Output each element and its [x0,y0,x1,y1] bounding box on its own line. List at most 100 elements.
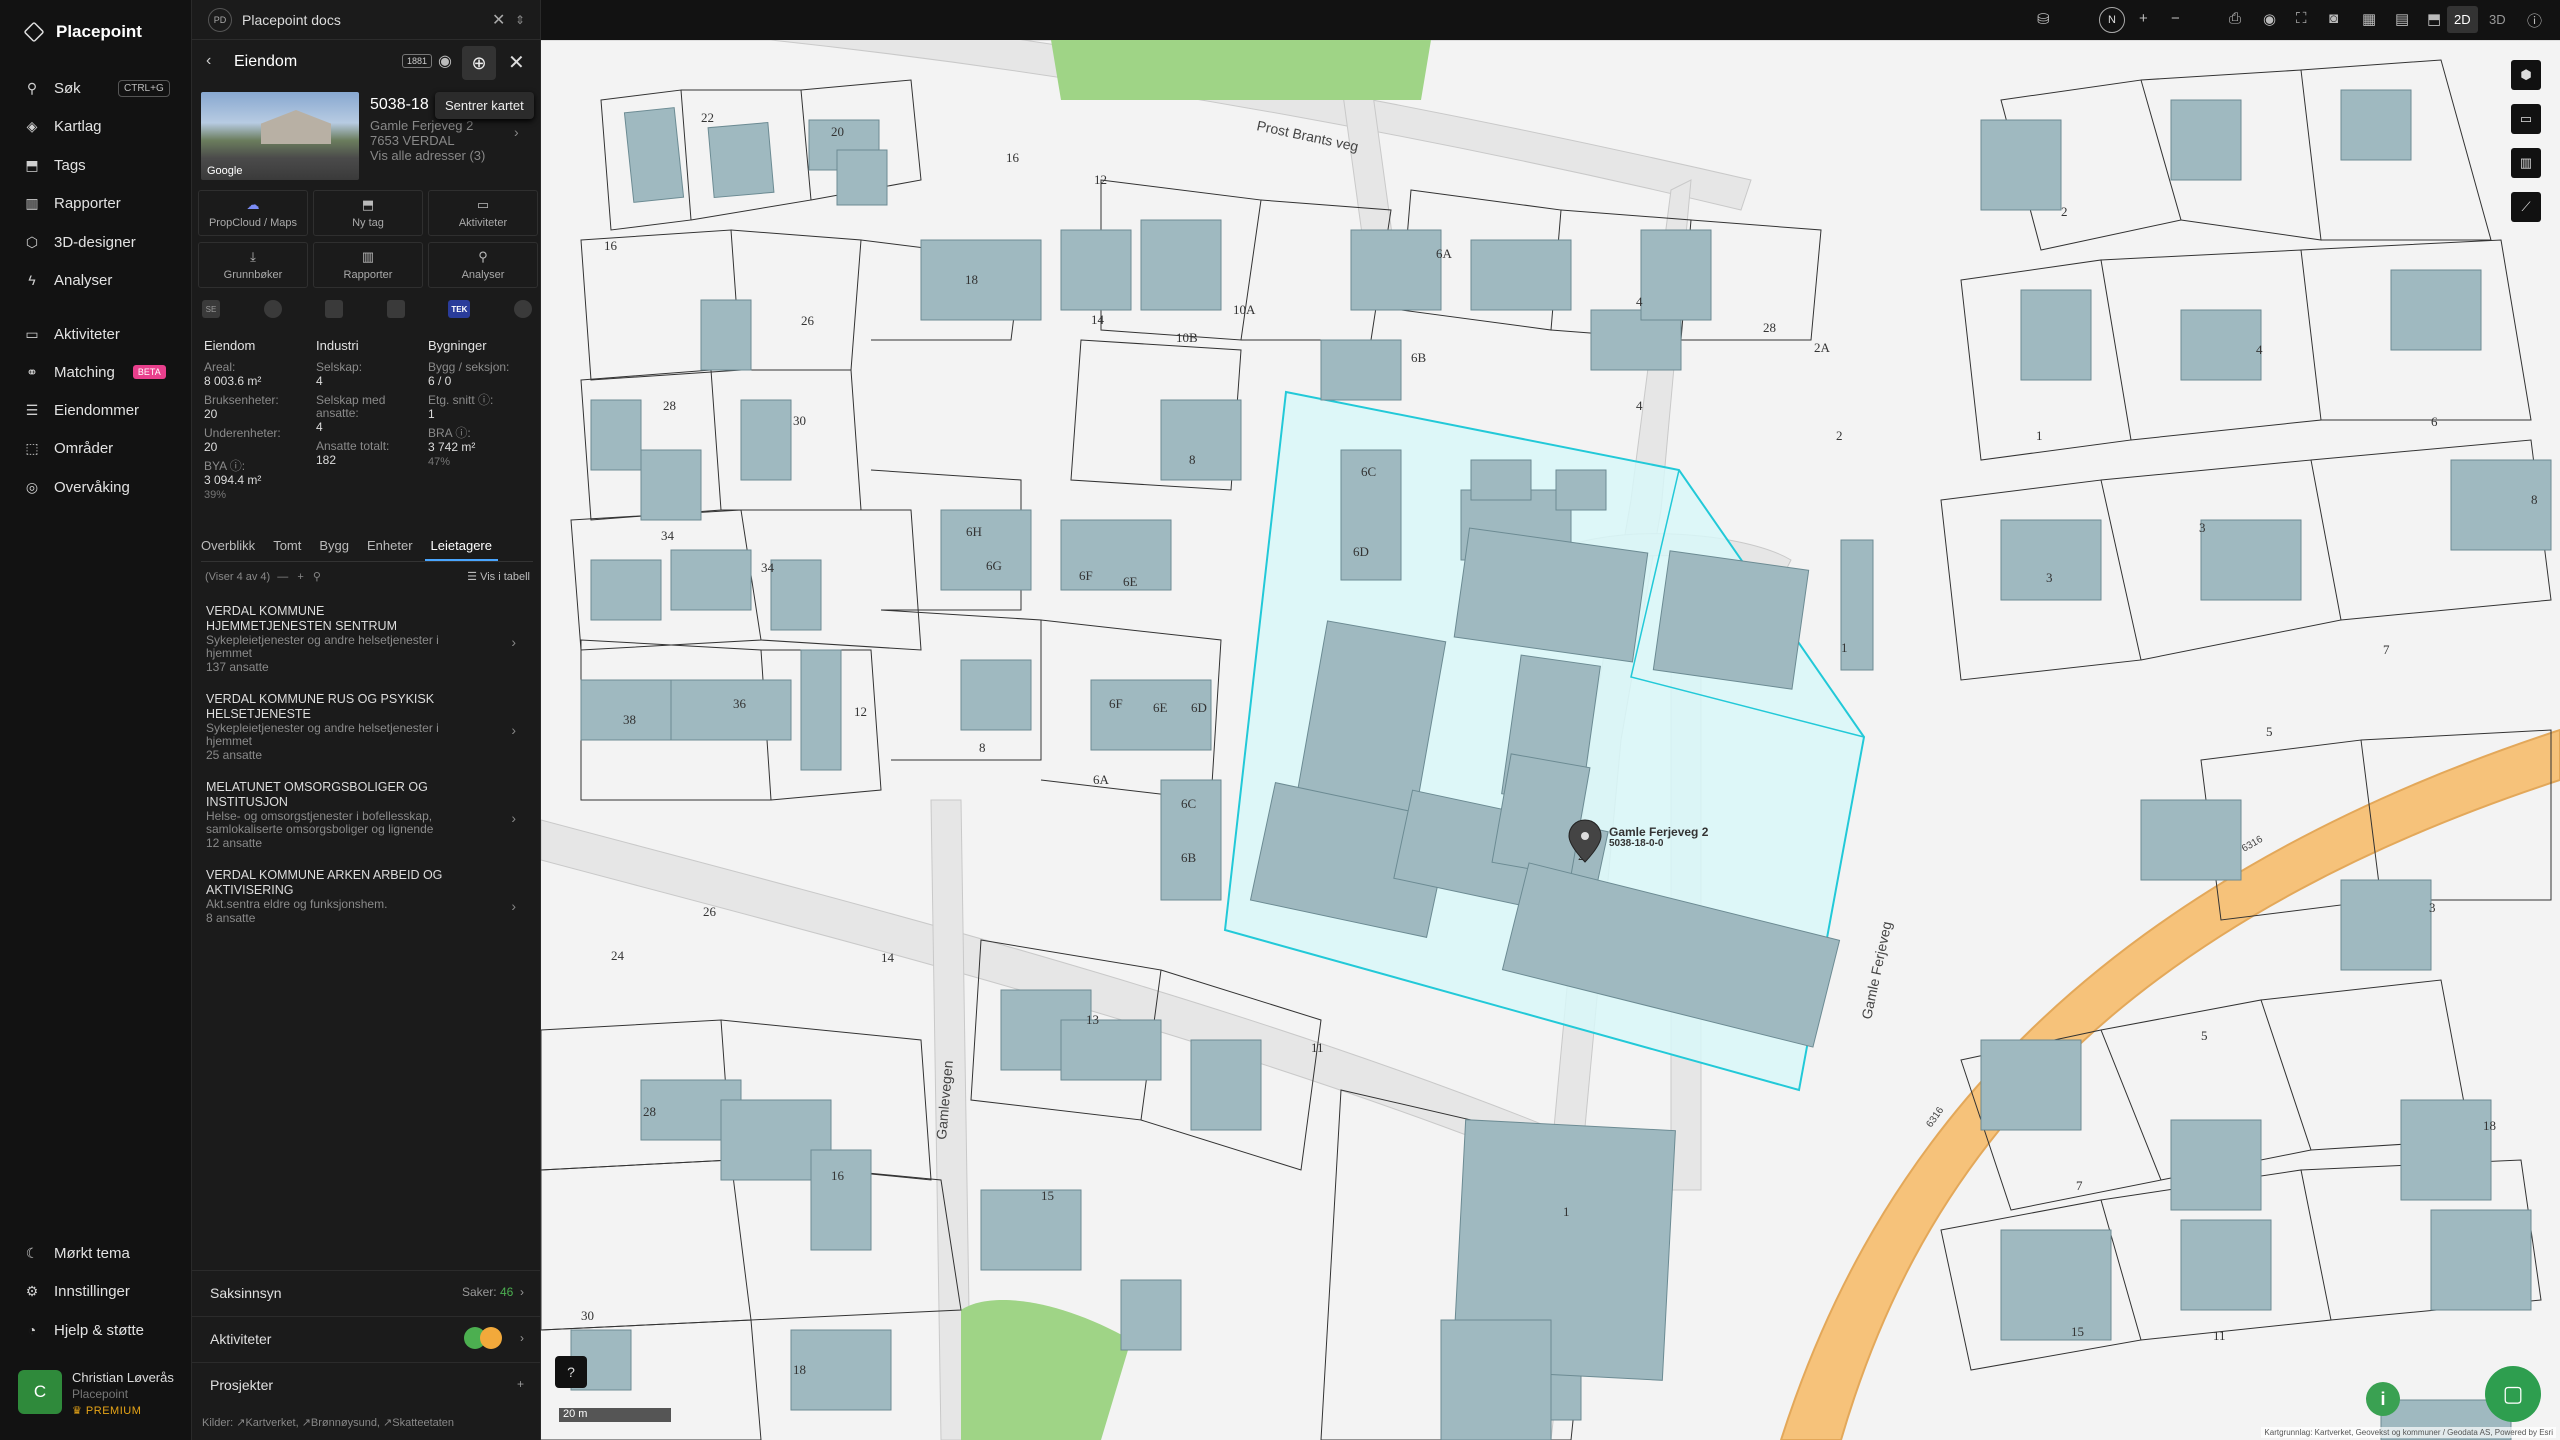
building-number: 8 [2531,492,2538,507]
analyses-button[interactable]: ⚲ Analyser [428,242,538,288]
section-aktiviteter[interactable]: Aktiviteter › [192,1316,542,1360]
street-view-photo[interactable]: Google [201,92,359,180]
zoom-in-icon[interactable]: + [2139,10,2148,27]
section-prosjekter[interactable]: Prosjekter + [192,1362,542,1406]
map-help-button[interactable]: ? [555,1356,587,1388]
activities-button[interactable]: ▭ Aktiviteter [428,190,538,236]
map-tool-chart[interactable]: ▥ [2511,148,2541,178]
nav-item-analyser[interactable]: ϟ Analyser [24,266,184,294]
nav-item-aktiviteter[interactable]: ▭ Aktiviteter [24,320,184,348]
add-project-icon[interactable]: + [517,1377,524,1391]
close-panel-icon[interactable]: ✕ [508,50,525,75]
user-profile[interactable]: C Christian Løverås Placepoint ♛ PREMIUM [18,1370,174,1417]
tab-tomt[interactable]: Tomt [273,534,301,561]
building-number: 6C [1181,796,1196,811]
badge-1881[interactable]: 1881 [402,54,433,68]
map-tool-draw[interactable]: ⬢ [2511,60,2541,90]
chevron-updown-icon[interactable]: ⇕ [515,13,525,27]
building-number: 6B [1181,850,1197,865]
photo-house [261,110,331,144]
nav-item-kartlag[interactable]: ◈ Kartlag [24,112,184,140]
nav-item-matching[interactable]: ⚭ Matching BETA [24,358,184,386]
close-icon[interactable]: ✕ [492,10,505,30]
tenant-name: MELATUNET OMSORGSBOLIGER OG INSTITUSJON [206,780,428,809]
chevron-right-icon: › [511,810,516,826]
action-label: Ny tag [352,217,384,229]
help-icon: ◔ [27,1322,37,1338]
logo-extra[interactable] [513,300,532,318]
cube-icon: ⬡ [25,233,39,250]
building-number: 15 [1041,1188,1054,1203]
action-label: Analyser [461,269,505,281]
nav-label: Innstillinger [54,1282,130,1300]
logo-tree[interactable] [325,300,344,318]
app-logo[interactable]: Placepoint [23,21,142,43]
building-number: 16 [1006,150,1020,165]
workspace-bar[interactable]: PD Placepoint docs ✕ ⇕ [192,0,542,40]
nav-item-dark-theme[interactable]: ☾ Mørkt tema [24,1239,184,1267]
reports-button[interactable]: ▥ Rapporter [313,242,423,288]
search-icon[interactable]: ⚲ [313,571,321,583]
camera-icon[interactable]: ◙ [2329,10,2338,27]
nav-item-help[interactable]: ◔ Hjelp & støtte [24,1316,184,1344]
action-label: Aktiviteter [458,217,508,229]
tab-bygg[interactable]: Bygg [319,534,349,561]
minus-icon[interactable]: — [277,571,288,583]
building-number: 7 [2076,1178,2083,1193]
nav-item-3d-designer[interactable]: ⬡ 3D-designer [24,228,184,256]
building-number: 15 [2071,1324,2084,1339]
section-saksinnsyn[interactable]: Saksinnsyn Saker: 46 › [192,1270,542,1314]
stat-key: Selskap: [316,360,363,374]
show-table-button[interactable]: ☰ Vis i tabell [467,570,530,583]
nav-item-overvaking[interactable]: ◎ Overvåking [24,473,184,501]
all-addresses-link[interactable]: Vis alle adresser (3) [370,148,485,163]
eye-icon[interactable]: ◉ [438,51,452,71]
cases-count: Saker: 46 › [461,1285,524,1299]
list-item[interactable]: MELATUNET OMSORGSBOLIGER OG INSTITUSJON … [206,780,528,868]
nav-item-settings[interactable]: ⚙ Innstillinger [24,1277,184,1305]
info-icon[interactable]: ⓘ [2527,10,2542,31]
map-canvas[interactable]: Prost Brants veg Gamle Ferjeveg Gamleveg… [541,40,2560,1440]
nav-item-tags[interactable]: ⬒ Tags [24,151,184,179]
list-item[interactable]: VERDAL KOMMUNE RUS OG PSYKISK HELSETJENE… [206,692,528,780]
action-label: PropCloud / Maps [208,217,298,229]
building-number: 26 [703,904,717,919]
fullscreen-icon[interactable]: ⛶ [2296,10,2307,27]
logo-tek[interactable]: TEK [448,300,471,318]
view-2d-button[interactable]: 2D [2447,6,2478,33]
grunnboker-button[interactable]: ⤓ Grunnbøker [198,242,308,288]
propcloud-button[interactable]: ☁ PropCloud / Maps [198,190,308,236]
nav-item-eiendommer[interactable]: ☰ Eiendommer [24,396,184,424]
list-item[interactable]: VERDAL KOMMUNE ARKEN ARBEID OG AKTIVISER… [206,868,528,956]
logo-bars[interactable] [386,300,405,318]
logo-circle[interactable] [263,300,282,318]
panel-tabs: Overblikk Tomt Bygg Enheter Leietagere [201,534,533,562]
nav-item-rapporter[interactable]: ▥ Rapporter [24,189,184,217]
grid-icon[interactable]: ▦ [2362,10,2376,28]
eye-icon[interactable]: ◉ [2263,10,2276,28]
new-tag-button[interactable]: ⬒ Ny tag [313,190,423,236]
view-3d-button[interactable]: 3D [2489,12,2506,27]
zoom-out-icon[interactable]: − [2171,10,2180,27]
logo-se[interactable]: SE [202,300,220,318]
tab-leietagere[interactable]: Leietagere [424,534,498,561]
table-icon[interactable]: ▤ [2395,10,2409,28]
layers-stack-icon[interactable]: ⛁ [2037,10,2050,28]
map-tool-measure[interactable]: ▭ [2511,104,2541,134]
section-label: Saksinnsyn [210,1285,282,1301]
chat-button[interactable]: ▢ [2485,1366,2541,1422]
plus-icon[interactable]: + [297,571,303,583]
map-tool-analysis[interactable]: ⟋ [2511,192,2541,222]
compass-north[interactable]: N [2099,7,2125,33]
bookmark-icon[interactable]: ⬒ [2427,10,2441,28]
nav-item-omrader[interactable]: ⬚ Områder [24,434,184,462]
info-button[interactable]: i [2366,1382,2400,1416]
center-map-button[interactable]: ⊕ [462,46,496,80]
print-icon[interactable]: ⎙ [2229,10,2241,27]
tab-enheter[interactable]: Enheter [367,534,413,561]
back-icon[interactable]: ‹ [206,52,211,70]
chevron-right-icon[interactable]: › [514,124,519,140]
list-icon: ☰ [25,401,39,418]
list-item[interactable]: VERDAL KOMMUNE HJEMMETJENESTEN SENTRUM S… [206,604,528,692]
tab-overblikk[interactable]: Overblikk [201,534,255,561]
